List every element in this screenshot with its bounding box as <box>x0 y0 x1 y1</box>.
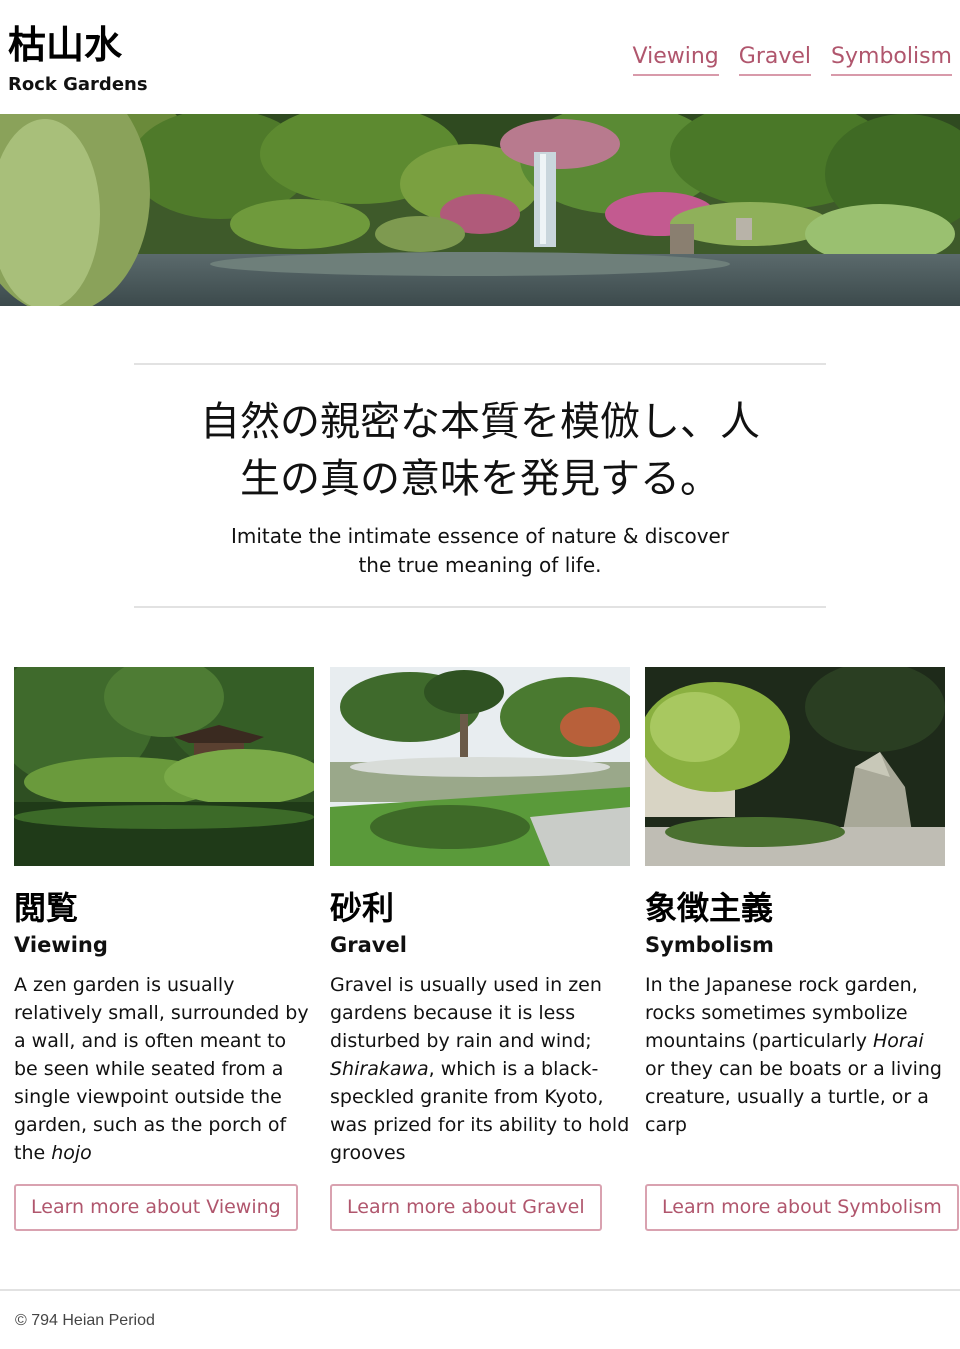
card-viewing-title-jp: 閲覧 <box>14 889 79 927</box>
card-symbolism: 象徴主義 Symbolism In the Japanese rock gard… <box>645 667 959 1231</box>
card-gravel-body-emphasis: Shirakawa <box>330 1058 429 1080</box>
learn-more-symbolism-button[interactable]: Learn more about Symbolism <box>645 1184 959 1231</box>
intro-english-line-1: Imitate the intimate essence of nature &… <box>230 524 730 548</box>
card-symbolism-title-en: Symbolism <box>645 933 774 957</box>
intro-bottom-divider <box>134 606 826 608</box>
main-nav: Viewing Gravel Symbolism <box>632 42 952 76</box>
intro-japanese-line-2: 生の真の意味を発見する。 <box>240 456 720 502</box>
card-symbolism-title-jp: 象徴主義 <box>645 889 774 927</box>
intro-english-quote: Imitate the intimate essence of nature &… <box>220 522 740 580</box>
card-gravel-body-text-1: Gravel is usually used in zen gardens be… <box>330 974 602 1052</box>
card-symbolism-body-text-2: or they can be boats or a living creatur… <box>645 1058 942 1136</box>
footer-copyright: © 794 Heian Period <box>15 1312 155 1329</box>
card-gravel-title-en: Gravel <box>330 933 407 957</box>
intro-top-divider <box>134 363 826 365</box>
card-viewing-body: A zen garden is usually relatively small… <box>14 971 314 1167</box>
card-symbolism-image <box>645 667 945 866</box>
card-gravel-title-jp: 砂利 <box>330 889 395 927</box>
card-symbolism-body-emphasis: Horai <box>873 1030 924 1052</box>
card-gravel: 砂利 Gravel Gravel is usually used in zen … <box>330 667 630 1231</box>
card-viewing-body-text: A zen garden is usually relatively small… <box>14 974 309 1164</box>
site-header: 枯山水 Rock Gardens Viewing Gravel Symbolis… <box>0 0 960 114</box>
card-viewing: 閲覧 Viewing A zen garden is usually relat… <box>14 667 314 1231</box>
site-logo-japanese[interactable]: 枯山水 <box>8 22 122 68</box>
nav-link-symbolism[interactable]: Symbolism <box>831 42 952 76</box>
card-viewing-image <box>14 667 314 866</box>
intro-japanese-quote: 自然の親密な本質を模倣し、人 生の真の意味を発見する。 <box>134 394 826 508</box>
intro-english-line-2: the true meaning of life. <box>358 553 602 577</box>
card-gravel-body: Gravel is usually used in zen gardens be… <box>330 971 630 1167</box>
learn-more-gravel-button[interactable]: Learn more about Gravel <box>330 1184 602 1231</box>
nav-link-viewing[interactable]: Viewing <box>632 42 719 76</box>
card-viewing-title-en: Viewing <box>14 933 108 957</box>
card-viewing-body-emphasis: hojo <box>51 1142 92 1164</box>
footer-divider <box>0 1289 960 1291</box>
learn-more-viewing-button[interactable]: Learn more about Viewing <box>14 1184 298 1231</box>
card-symbolism-body: In the Japanese rock garden, rocks somet… <box>645 971 945 1139</box>
hero-image <box>0 114 960 306</box>
card-gravel-image <box>330 667 630 866</box>
site-logo-english[interactable]: Rock Gardens <box>8 73 148 97</box>
intro-japanese-line-1: 自然の親密な本質を模倣し、人 <box>200 399 760 445</box>
nav-link-gravel[interactable]: Gravel <box>738 42 812 76</box>
